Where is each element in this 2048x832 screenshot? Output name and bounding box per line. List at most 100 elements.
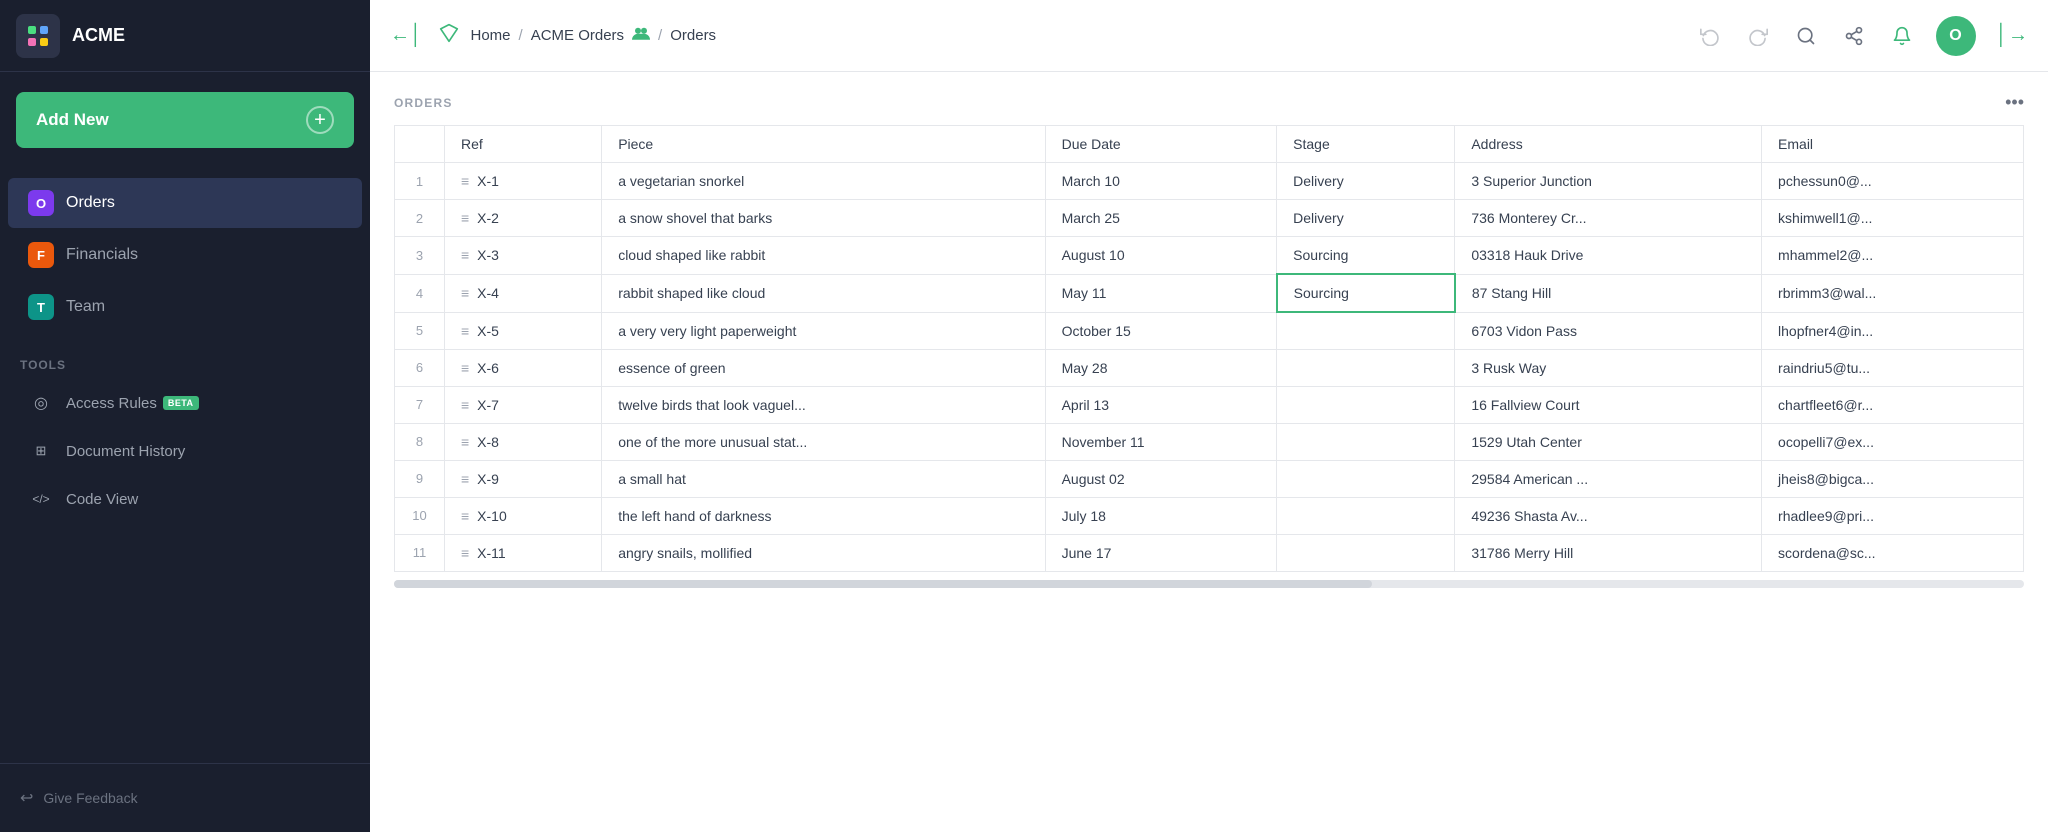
horizontal-scrollbar[interactable] — [394, 580, 2024, 588]
row-piece[interactable]: a very very light paperweight — [602, 312, 1045, 349]
col-ref[interactable]: Ref — [445, 126, 602, 163]
add-new-button[interactable]: Add New + — [16, 92, 354, 148]
row-piece[interactable]: cloud shaped like rabbit — [602, 237, 1045, 275]
row-piece[interactable]: the left hand of darkness — [602, 497, 1045, 534]
table-row[interactable]: 5≡X-5a very very light paperweightOctobe… — [395, 312, 2024, 349]
user-avatar-button[interactable]: O — [1936, 16, 1976, 56]
row-piece[interactable]: a vegetarian snorkel — [602, 163, 1045, 200]
row-address[interactable]: 6703 Vidon Pass — [1455, 312, 1762, 349]
row-due-date[interactable]: March 25 — [1045, 200, 1277, 237]
row-stage[interactable] — [1277, 386, 1455, 423]
expand-panel-button[interactable]: │→ — [1996, 24, 2029, 47]
document-history-item[interactable]: ⊞ Document History — [20, 428, 350, 474]
row-ref[interactable]: ≡X-5 — [445, 312, 602, 349]
row-address[interactable]: 3 Superior Junction — [1455, 163, 1762, 200]
row-due-date[interactable]: August 10 — [1045, 237, 1277, 275]
table-row[interactable]: 4≡X-4rabbit shaped like cloudMay 11Sourc… — [395, 274, 2024, 312]
row-ref[interactable]: ≡X-6 — [445, 349, 602, 386]
row-ref[interactable]: ≡X-11 — [445, 534, 602, 571]
table-row[interactable]: 8≡X-8one of the more unusual stat...Nove… — [395, 423, 2024, 460]
row-due-date[interactable]: November 11 — [1045, 423, 1277, 460]
row-address[interactable]: 736 Monterey Cr... — [1455, 200, 1762, 237]
share-button[interactable] — [1840, 22, 1868, 50]
row-stage[interactable] — [1277, 534, 1455, 571]
row-due-date[interactable]: June 17 — [1045, 534, 1277, 571]
collapse-sidebar-button[interactable]: ←│ — [390, 24, 423, 47]
row-piece[interactable]: a small hat — [602, 460, 1045, 497]
row-email[interactable]: scordena@sc... — [1762, 534, 2024, 571]
row-stage[interactable] — [1277, 312, 1455, 349]
row-email[interactable]: raindriu5@tu... — [1762, 349, 2024, 386]
row-email[interactable]: ocopelli7@ex... — [1762, 423, 2024, 460]
row-ref[interactable]: ≡X-4 — [445, 274, 602, 312]
row-piece[interactable]: twelve birds that look vaguel... — [602, 386, 1045, 423]
col-due-date[interactable]: Due Date — [1045, 126, 1277, 163]
table-row[interactable]: 2≡X-2a snow shovel that barksMarch 25Del… — [395, 200, 2024, 237]
row-stage[interactable] — [1277, 423, 1455, 460]
sidebar-item-financials[interactable]: F Financials — [8, 230, 362, 280]
row-stage[interactable] — [1277, 497, 1455, 534]
give-feedback-item[interactable]: ↩ Give Feedback — [20, 780, 350, 816]
sidebar-item-orders[interactable]: O Orders — [8, 178, 362, 228]
row-address[interactable]: 87 Stang Hill — [1455, 274, 1762, 312]
table-more-button[interactable]: ••• — [2005, 92, 2024, 113]
sidebar-item-team[interactable]: T Team — [8, 282, 362, 332]
row-address[interactable]: 3 Rusk Way — [1455, 349, 1762, 386]
col-piece[interactable]: Piece — [602, 126, 1045, 163]
row-email[interactable]: kshimwell1@... — [1762, 200, 2024, 237]
row-piece[interactable]: a snow shovel that barks — [602, 200, 1045, 237]
notifications-button[interactable] — [1888, 22, 1916, 50]
row-ref[interactable]: ≡X-1 — [445, 163, 602, 200]
row-ref[interactable]: ≡X-3 — [445, 237, 602, 275]
row-due-date[interactable]: March 10 — [1045, 163, 1277, 200]
row-piece[interactable]: essence of green — [602, 349, 1045, 386]
table-row[interactable]: 10≡X-10the left hand of darknessJuly 184… — [395, 497, 2024, 534]
row-stage[interactable]: Delivery — [1277, 163, 1455, 200]
row-email[interactable]: mhammel2@... — [1762, 237, 2024, 275]
row-ref[interactable]: ≡X-2 — [445, 200, 602, 237]
row-due-date[interactable]: May 28 — [1045, 349, 1277, 386]
row-stage[interactable] — [1277, 349, 1455, 386]
row-address[interactable]: 16 Fallview Court — [1455, 386, 1762, 423]
row-piece[interactable]: rabbit shaped like cloud — [602, 274, 1045, 312]
breadcrumb-home[interactable]: Home — [471, 27, 511, 44]
row-due-date[interactable]: October 15 — [1045, 312, 1277, 349]
row-due-date[interactable]: August 02 — [1045, 460, 1277, 497]
row-ref[interactable]: ≡X-8 — [445, 423, 602, 460]
row-address[interactable]: 29584 American ... — [1455, 460, 1762, 497]
table-row[interactable]: 11≡X-11angry snails, mollifiedJune 17317… — [395, 534, 2024, 571]
row-address[interactable]: 49236 Shasta Av... — [1455, 497, 1762, 534]
breadcrumb-acme-orders[interactable]: ACME Orders — [531, 27, 624, 44]
table-row[interactable]: 7≡X-7twelve birds that look vaguel...Apr… — [395, 386, 2024, 423]
row-stage[interactable]: Sourcing — [1277, 274, 1455, 312]
col-stage[interactable]: Stage — [1277, 126, 1455, 163]
search-button[interactable] — [1792, 22, 1820, 50]
row-ref[interactable]: ≡X-7 — [445, 386, 602, 423]
row-ref[interactable]: ≡X-10 — [445, 497, 602, 534]
table-row[interactable]: 3≡X-3cloud shaped like rabbitAugust 10So… — [395, 237, 2024, 275]
row-email[interactable]: rhadlee9@pri... — [1762, 497, 2024, 534]
row-stage[interactable]: Delivery — [1277, 200, 1455, 237]
row-due-date[interactable]: April 13 — [1045, 386, 1277, 423]
row-email[interactable]: chartfleet6@r... — [1762, 386, 2024, 423]
row-stage[interactable] — [1277, 460, 1455, 497]
row-stage[interactable]: Sourcing — [1277, 237, 1455, 275]
row-due-date[interactable]: July 18 — [1045, 497, 1277, 534]
undo-button[interactable] — [1696, 22, 1724, 50]
row-email[interactable]: lhopfner4@in... — [1762, 312, 2024, 349]
redo-button[interactable] — [1744, 22, 1772, 50]
row-email[interactable]: jheis8@bigca... — [1762, 460, 2024, 497]
row-email[interactable]: rbrimm3@wal... — [1762, 274, 2024, 312]
table-row[interactable]: 9≡X-9a small hatAugust 0229584 American … — [395, 460, 2024, 497]
table-row[interactable]: 1≡X-1a vegetarian snorkelMarch 10Deliver… — [395, 163, 2024, 200]
row-address[interactable]: 31786 Merry Hill — [1455, 534, 1762, 571]
table-row[interactable]: 6≡X-6essence of greenMay 283 Rusk Wayrai… — [395, 349, 2024, 386]
code-view-item[interactable]: </> Code View — [20, 476, 350, 522]
col-address[interactable]: Address — [1455, 126, 1762, 163]
row-address[interactable]: 1529 Utah Center — [1455, 423, 1762, 460]
row-email[interactable]: pchessun0@... — [1762, 163, 2024, 200]
row-piece[interactable]: one of the more unusual stat... — [602, 423, 1045, 460]
row-due-date[interactable]: May 11 — [1045, 274, 1277, 312]
access-rules-item[interactable]: ◎ Access Rules BETA — [20, 380, 350, 426]
row-address[interactable]: 03318 Hauk Drive — [1455, 237, 1762, 275]
